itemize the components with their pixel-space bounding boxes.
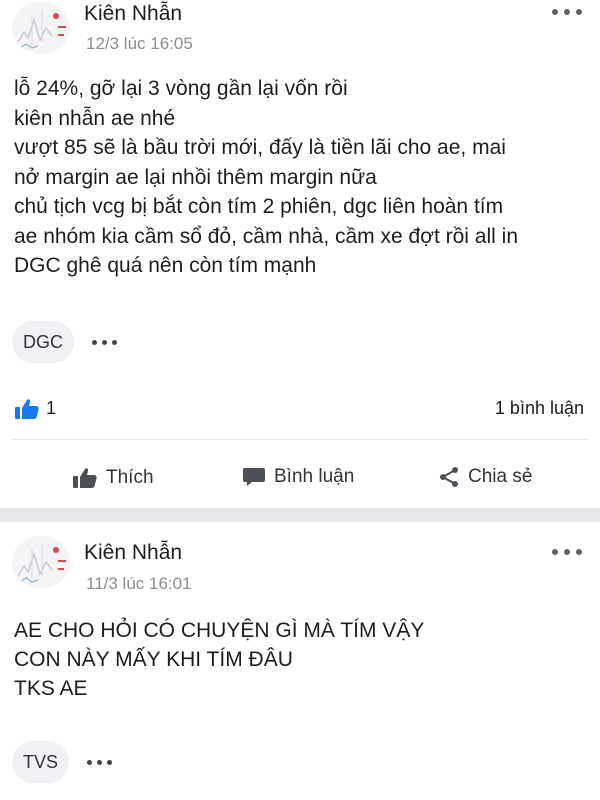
share-icon	[440, 467, 458, 487]
like-button-label: Thích	[106, 467, 154, 488]
comment-button[interactable]: Bình luận	[242, 466, 354, 488]
author-name[interactable]: Kiên Nhẫn	[84, 541, 182, 565]
comment-icon	[243, 468, 265, 486]
post-timestamp[interactable]: 11/3 lúc 16:01	[86, 574, 192, 594]
share-button[interactable]: Chia sẻ	[438, 466, 532, 488]
like-count-icon	[14, 397, 40, 426]
post-text-line: nở margin ae lại nhồi thêm margin nữa	[14, 165, 377, 189]
comment-button-label: Bình luận	[274, 466, 355, 487]
post-card: Kiên Nhẫn 11/3 lúc 16:01 AE CHO HỎI CÓ C…	[0, 522, 600, 800]
stock-tag[interactable]: DGC	[12, 321, 74, 363]
stock-tag[interactable]: TVS	[12, 741, 70, 783]
divider	[12, 439, 588, 440]
post-text-line: CON NÀY MẤY KHI TÍM ĐÂU	[14, 648, 293, 671]
share-button-label: Chia sẻ	[468, 466, 533, 487]
post-header: Kiên Nhẫn 12/3 lúc 16:05	[0, 0, 600, 60]
tag-row: DGC	[12, 321, 117, 363]
post-separator	[0, 508, 600, 522]
post-card: Kiên Nhẫn 12/3 lúc 16:05 lỗ 24%, gỡ lại …	[0, 0, 600, 508]
comment-count[interactable]: 1 bình luận	[495, 398, 584, 419]
author-name[interactable]: Kiên Nhẫn	[84, 2, 182, 26]
post-text-line: ae nhóm kia cầm sổ đỏ, cầm nhà, cầm xe đ…	[14, 224, 518, 248]
post-text-line: DGC ghê quá nên còn tím mạnh	[14, 254, 317, 277]
post-text-line: chủ tịch vcg bị bắt còn tím 2 phiên, dgc…	[14, 195, 504, 218]
post-content: AE CHO HỎI CÓ CHUYỆN GÌ MÀ TÍM VẬY CON N…	[14, 616, 424, 703]
more-options-icon[interactable]	[542, 542, 582, 562]
post-text-line: lỗ 24%, gỡ lại 3 vòng gần lại vốn rồi	[14, 77, 348, 100]
post-content: lỗ 24%, gỡ lại 3 vòng gần lại vốn rồi ki…	[14, 74, 518, 281]
post-text-line: TKS AE	[14, 677, 88, 700]
post-header: Kiên Nhẫn 11/3 lúc 16:01	[0, 522, 600, 593]
post-text-line: vượt 85 sẽ là bầu trời mới, đấy là tiền …	[14, 136, 506, 159]
tag-row: TVS	[12, 741, 113, 783]
like-button[interactable]: Thích	[72, 466, 154, 490]
thumbs-up-icon	[73, 468, 97, 488]
post-actions: Thích Bình luận Chia sẻ	[0, 466, 600, 502]
more-options-icon[interactable]	[542, 2, 582, 22]
post-text-line: AE CHO HỎI CÓ CHUYỆN GÌ MÀ TÍM VẬY	[14, 619, 425, 642]
post-stats: 1 1 bình luận	[0, 395, 600, 425]
post-text-line: kiên nhẫn ae nhé	[14, 106, 176, 130]
like-count[interactable]: 1	[46, 398, 56, 419]
post-timestamp[interactable]: 12/3 lúc 16:05	[86, 34, 193, 54]
more-tags-icon[interactable]	[87, 759, 113, 765]
more-tags-icon[interactable]	[92, 339, 117, 345]
avatar[interactable]	[12, 536, 70, 588]
avatar[interactable]	[12, 2, 70, 54]
